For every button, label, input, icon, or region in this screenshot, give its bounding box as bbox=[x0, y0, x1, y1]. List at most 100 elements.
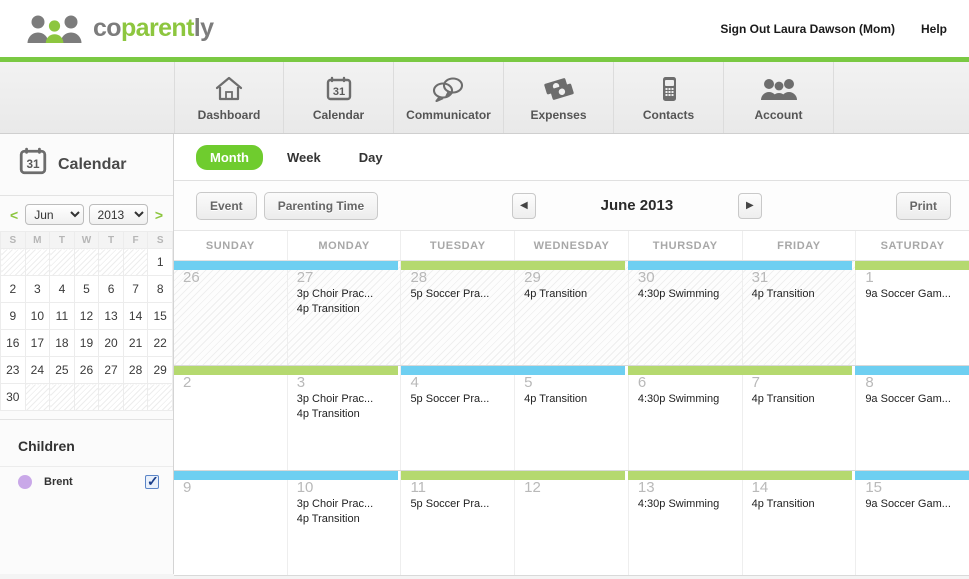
calendar-day-cell[interactable]: 12 bbox=[515, 471, 629, 575]
parenting-time-bar[interactable] bbox=[855, 471, 969, 480]
mini-day-cell[interactable]: 20 bbox=[98, 329, 124, 357]
next-month-button[interactable]: ▶ bbox=[737, 192, 762, 219]
nav-item-account[interactable]: Account bbox=[724, 62, 834, 133]
parenting-time-bar[interactable] bbox=[855, 366, 969, 375]
parenting-time-bar[interactable] bbox=[174, 366, 399, 375]
mini-day-cell[interactable]: 27 bbox=[98, 356, 124, 384]
mini-day-cell[interactable]: 19 bbox=[73, 329, 100, 357]
calendar-day-cell[interactable]: 28 5p Soccer Pra... bbox=[401, 261, 516, 365]
mini-day-cell[interactable]: 8 bbox=[147, 275, 173, 303]
calendar-day-cell[interactable]: 26 bbox=[174, 261, 288, 365]
calendar-event[interactable]: 4p Transition bbox=[515, 285, 628, 300]
calendar-day-cell[interactable]: 14 4p Transition bbox=[742, 471, 857, 575]
sign-out-link[interactable]: Sign Out Laura Dawson (Mom) bbox=[720, 22, 895, 36]
view-tab-month[interactable]: Month bbox=[196, 144, 263, 170]
calendar-event[interactable]: 9a Soccer Gam... bbox=[856, 285, 969, 300]
mini-day-cell[interactable]: 15 bbox=[147, 302, 173, 330]
mini-day-cell[interactable]: 10 bbox=[24, 302, 51, 330]
calendar-day-cell[interactable]: 6 4:30p Swimming bbox=[628, 366, 743, 470]
view-tab-week[interactable]: Week bbox=[273, 145, 335, 170]
calendar-day-cell[interactable]: 8 9a Soccer Gam... bbox=[856, 366, 969, 470]
child-visibility-checkbox[interactable] bbox=[145, 473, 159, 490]
calendar-day-cell[interactable]: 3 3p Choir Prac... 4p Transition bbox=[287, 366, 402, 470]
parenting-time-bar[interactable] bbox=[855, 261, 969, 270]
calendar-day-cell[interactable]: 7 4p Transition bbox=[742, 366, 857, 470]
calendar-event[interactable]: 4p Transition bbox=[743, 495, 856, 510]
calendar-event[interactable]: 3p Choir Prac... bbox=[288, 390, 401, 405]
mini-day-cell[interactable]: 4 bbox=[49, 275, 75, 303]
parenting-time-bar[interactable] bbox=[401, 471, 626, 480]
parenting-time-bar[interactable] bbox=[628, 471, 853, 480]
add-event-button[interactable]: Event bbox=[196, 191, 257, 220]
mini-day-cell[interactable]: 23 bbox=[0, 356, 26, 384]
brand-logo[interactable]: coparently bbox=[26, 14, 214, 44]
child-row[interactable]: Brent bbox=[0, 466, 173, 497]
calendar-day-cell[interactable]: 5 4p Transition bbox=[515, 366, 629, 470]
mini-day-cell[interactable]: 7 bbox=[122, 275, 149, 303]
mini-day-cell[interactable]: 12 bbox=[73, 302, 100, 330]
mini-day-cell[interactable]: 9 bbox=[0, 302, 26, 330]
calendar-day-cell[interactable]: 29 4p Transition bbox=[515, 261, 629, 365]
mini-day-cell[interactable]: 6 bbox=[98, 275, 124, 303]
calendar-event[interactable]: 5p Soccer Pra... bbox=[401, 285, 514, 300]
mini-day-cell[interactable]: 18 bbox=[49, 329, 75, 357]
mini-day-cell[interactable]: 21 bbox=[122, 329, 149, 357]
parenting-time-bar[interactable] bbox=[628, 366, 853, 375]
calendar-day-cell[interactable]: 10 3p Choir Prac... 4p Transition bbox=[287, 471, 402, 575]
prev-month-button[interactable]: ◀ bbox=[511, 192, 536, 219]
parenting-time-bar[interactable] bbox=[174, 261, 399, 270]
mini-day-cell[interactable]: 16 bbox=[0, 329, 26, 357]
print-button[interactable]: Print bbox=[895, 191, 951, 220]
calendar-day-cell[interactable]: 1 9a Soccer Gam... bbox=[856, 261, 969, 365]
view-tab-day[interactable]: Day bbox=[345, 145, 397, 170]
mini-next-arrow[interactable]: > bbox=[153, 207, 165, 223]
calendar-day-cell[interactable]: 31 4p Transition bbox=[742, 261, 857, 365]
mini-day-cell[interactable]: 2 bbox=[0, 275, 26, 303]
nav-item-contacts[interactable]: Contacts bbox=[614, 62, 724, 133]
nav-item-dashboard[interactable]: Dashboard bbox=[174, 62, 284, 133]
mini-year-select[interactable]: 20112012201320142015 bbox=[88, 204, 148, 225]
mini-day-cell[interactable]: 24 bbox=[24, 356, 51, 384]
calendar-day-cell[interactable]: 30 4:30p Swimming bbox=[628, 261, 743, 365]
calendar-day-cell[interactable]: 13 4:30p Swimming bbox=[628, 471, 743, 575]
calendar-event[interactable]: 3p Choir Prac... bbox=[288, 285, 401, 300]
calendar-event[interactable]: 4p Transition bbox=[515, 390, 628, 405]
calendar-event[interactable]: 5p Soccer Pra... bbox=[401, 390, 514, 405]
calendar-event[interactable]: 9a Soccer Gam... bbox=[856, 390, 969, 405]
help-link[interactable]: Help bbox=[921, 22, 947, 36]
nav-item-expenses[interactable]: Expenses bbox=[504, 62, 614, 133]
mini-day-cell[interactable]: 30 bbox=[0, 383, 26, 411]
calendar-event[interactable]: 9a Soccer Gam... bbox=[856, 495, 969, 510]
calendar-day-cell[interactable]: 11 5p Soccer Pra... bbox=[401, 471, 516, 575]
mini-day-cell[interactable]: 17 bbox=[24, 329, 51, 357]
nav-item-communicator[interactable]: Communicator bbox=[394, 62, 504, 133]
calendar-day-cell[interactable]: 27 3p Choir Prac... 4p Transition bbox=[287, 261, 402, 365]
calendar-event[interactable]: 4p Transition bbox=[288, 510, 401, 525]
calendar-day-cell[interactable]: 2 bbox=[174, 366, 288, 470]
mini-day-cell[interactable]: 14 bbox=[122, 302, 149, 330]
mini-month-select[interactable]: JanFebMarAprMayJunJulAugSepOctNovDec bbox=[25, 204, 84, 225]
parenting-time-bar[interactable] bbox=[401, 261, 626, 270]
calendar-event[interactable]: 4p Transition bbox=[288, 405, 401, 420]
mini-day-cell[interactable]: 5 bbox=[73, 275, 100, 303]
mini-prev-arrow[interactable]: < bbox=[8, 207, 20, 223]
calendar-event[interactable]: 3p Choir Prac... bbox=[288, 495, 401, 510]
calendar-event[interactable]: 4p Transition bbox=[288, 300, 401, 315]
mini-day-cell[interactable]: 26 bbox=[73, 356, 100, 384]
mini-day-cell[interactable]: 3 bbox=[24, 275, 51, 303]
mini-day-cell[interactable]: 29 bbox=[147, 356, 173, 384]
parenting-time-bar[interactable] bbox=[628, 261, 853, 270]
calendar-day-cell[interactable]: 9 bbox=[174, 471, 288, 575]
mini-day-cell[interactable]: 13 bbox=[98, 302, 124, 330]
calendar-event[interactable]: 5p Soccer Pra... bbox=[401, 495, 514, 510]
calendar-event[interactable]: 4p Transition bbox=[743, 390, 856, 405]
mini-day-cell[interactable]: 22 bbox=[147, 329, 173, 357]
parenting-time-button[interactable]: Parenting Time bbox=[263, 191, 379, 220]
parenting-time-bar[interactable] bbox=[174, 471, 399, 480]
calendar-day-cell[interactable]: 4 5p Soccer Pra... bbox=[401, 366, 516, 470]
mini-day-cell[interactable]: 28 bbox=[122, 356, 149, 384]
calendar-event[interactable]: 4:30p Swimming bbox=[629, 495, 742, 510]
parenting-time-bar[interactable] bbox=[401, 366, 626, 375]
calendar-event[interactable]: 4:30p Swimming bbox=[629, 390, 742, 405]
mini-day-cell[interactable]: 1 bbox=[147, 248, 173, 276]
